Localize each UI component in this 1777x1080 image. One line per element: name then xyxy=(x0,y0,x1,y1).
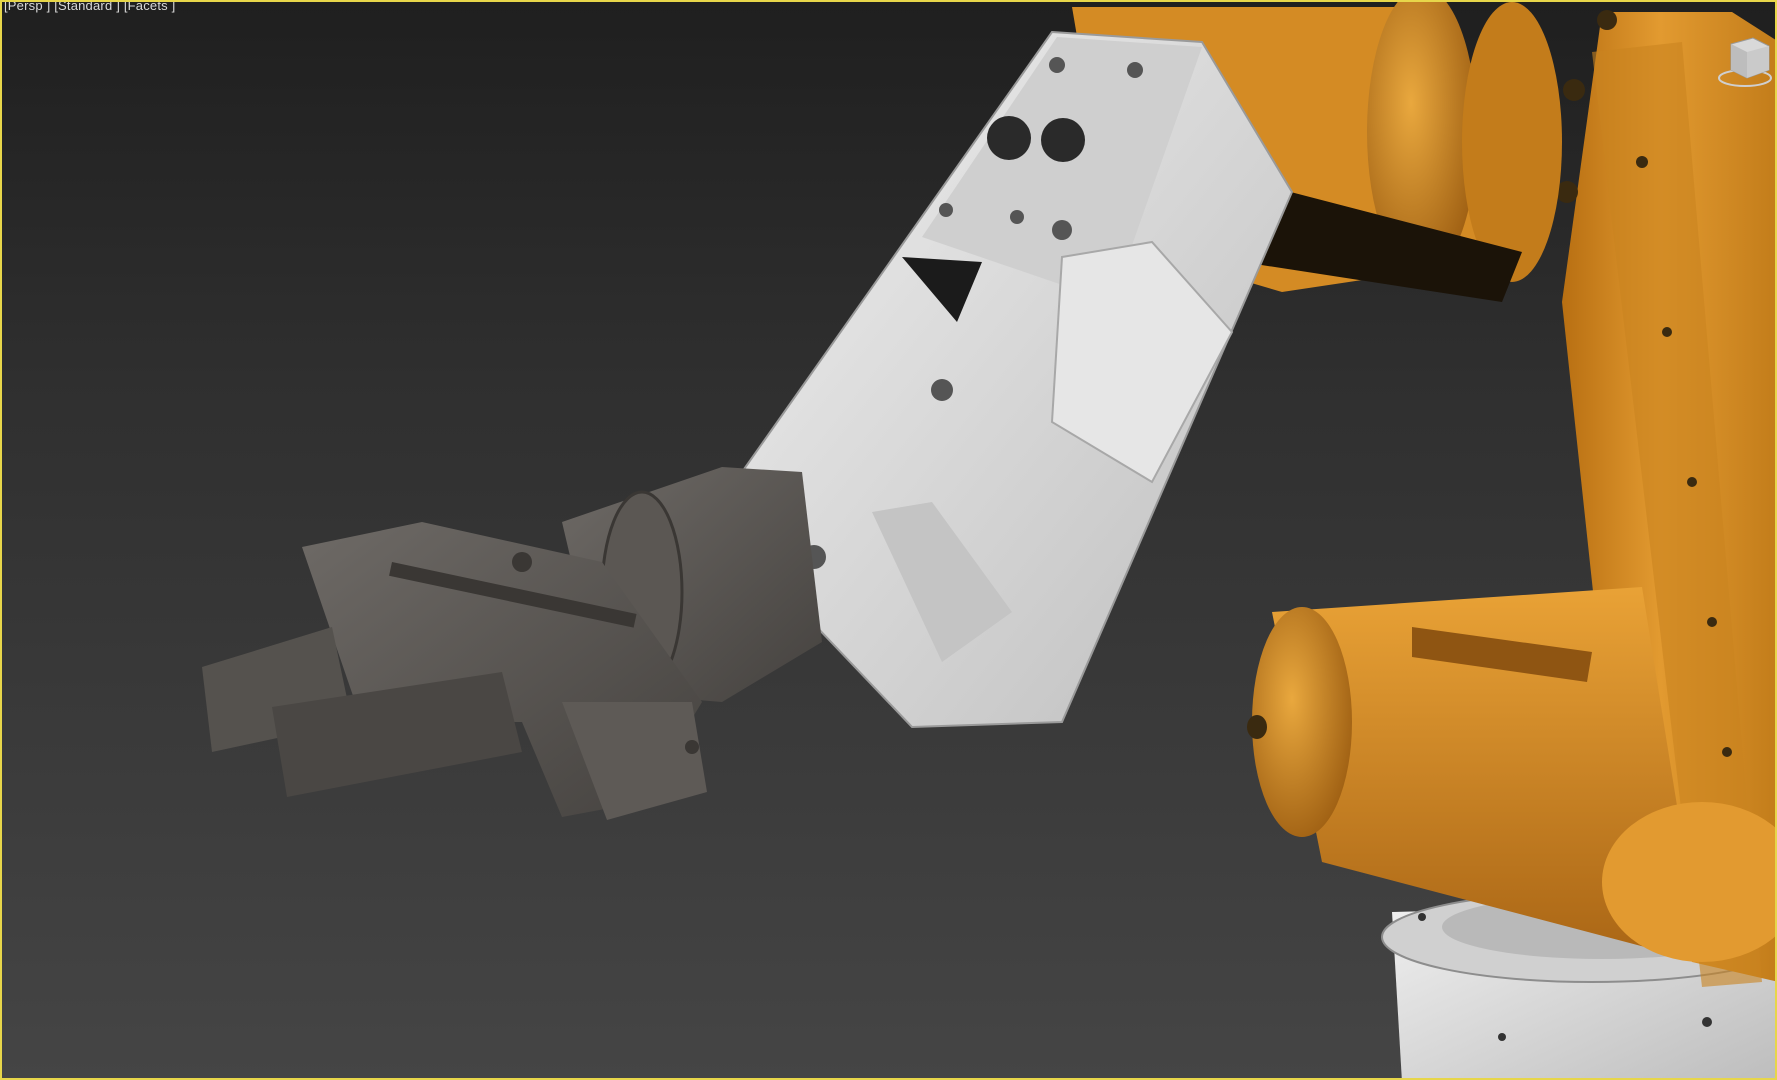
viewport-label[interactable]: [Persp ] [Standard ] [Facets ] xyxy=(4,2,175,13)
viewcube-icon[interactable] xyxy=(1717,30,1773,94)
viewport-3d[interactable]: [Persp ] [Standard ] [Facets ] xyxy=(0,0,1777,1080)
robot-forearm xyxy=(740,30,1294,729)
robot-gripper xyxy=(202,467,822,820)
scene-render[interactable] xyxy=(2,2,1777,1080)
